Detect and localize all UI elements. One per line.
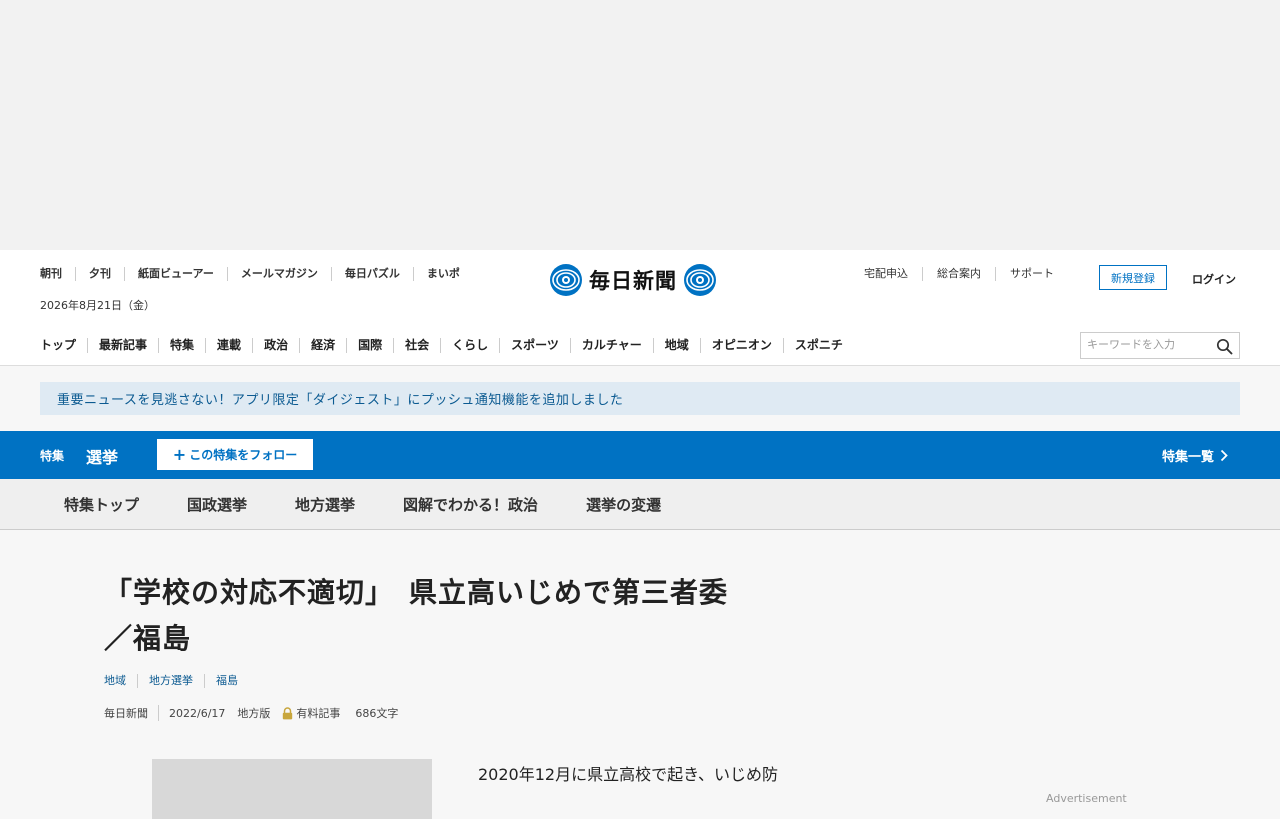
paid-label: 有料記事 (296, 707, 341, 720)
feature-list-link[interactable]: 特集一覧 (1162, 446, 1228, 465)
article-edition: 地方版 (237, 707, 271, 720)
subnav-item-local[interactable]: 地方選挙 (271, 494, 379, 515)
article-source: 毎日新聞 (104, 705, 159, 721)
util-link-support[interactable]: サポート (995, 267, 1068, 281)
article-body: 2020年12月に県立高校で起き、いじめ防 (462, 765, 778, 784)
search-icon[interactable] (1216, 338, 1233, 355)
logo-emblem-icon (550, 264, 582, 296)
search-box (1080, 332, 1240, 359)
gnav-item-features[interactable]: 特集 (158, 338, 205, 353)
follow-feature-button[interactable]: + この特集をフォロー (157, 439, 313, 470)
login-link[interactable]: ログイン (1192, 271, 1236, 287)
site-logo[interactable]: 毎日新聞 (549, 263, 731, 297)
util-link-mail[interactable]: メールマガジン (226, 267, 331, 281)
article-headline: 「学校の対応不適切」 県立高いじめで第三者委 ／福島 (104, 570, 864, 662)
lock-icon (283, 706, 293, 719)
util-link-guide[interactable]: 総合案内 (922, 267, 995, 281)
follow-feature-label: この特集をフォロー (189, 448, 298, 462)
tag-local-election[interactable]: 地方選挙 (137, 674, 204, 688)
ad-label: Advertisement (1046, 792, 1127, 805)
gnav-item-latest[interactable]: 最新記事 (87, 338, 158, 353)
util-link-maipo[interactable]: まいポ (412, 267, 473, 281)
subnav-item-top[interactable]: 特集トップ (40, 494, 163, 515)
util-link-viewer[interactable]: 紙面ビューアー (124, 267, 227, 281)
subnav-item-national[interactable]: 国政選挙 (163, 494, 271, 515)
gnav-item-world[interactable]: 国際 (346, 338, 393, 353)
gnav-item-life[interactable]: くらし (440, 338, 499, 353)
article-tags: 地域 地方選挙 福島 (104, 674, 864, 688)
util-link-morning[interactable]: 朝刊 (40, 267, 75, 281)
feature-subnav: 特集トップ 国政選挙 地方選挙 図解でわかる！政治 選挙の変遷 (0, 479, 1280, 530)
gnav-item-politics[interactable]: 政治 (252, 338, 299, 353)
article-photo[interactable] (152, 759, 432, 819)
paid-badge: 有料記事 (282, 705, 340, 721)
feature-label: 特集 (40, 449, 65, 463)
gnav-item-culture[interactable]: カルチャー (569, 338, 653, 353)
gnav-item-series[interactable]: 連載 (205, 338, 252, 353)
util-link-delivery[interactable]: 宅配申込 (864, 267, 922, 281)
current-date: 2026年8月21日（金） (40, 299, 155, 312)
util-link-puzzle[interactable]: 毎日パズル (330, 267, 413, 281)
gnav-item-sponichi[interactable]: スポニチ (782, 338, 854, 353)
gnav-item-regional[interactable]: 地域 (652, 338, 700, 353)
feature-title[interactable]: 選挙 (86, 444, 118, 468)
subnav-item-history[interactable]: 選挙の変遷 (562, 494, 685, 515)
article-meta: 毎日新聞 2022/6/17 地方版 有料記事 686文字 (104, 705, 864, 721)
gnav-item-sports[interactable]: スポーツ (499, 338, 570, 353)
headline-line-1: 「学校の対応不適切」 県立高いじめで第三者委 (104, 576, 729, 609)
utility-nav-right: 宅配申込 総合案内 サポート (864, 267, 1068, 281)
top-ad-area (0, 0, 1280, 250)
utility-nav-left: 朝刊 夕刊 紙面ビューアー メールマガジン 毎日パズル まいポ (40, 267, 473, 281)
gnav-item-society[interactable]: 社会 (393, 338, 440, 353)
register-button[interactable]: 新規登録 (1099, 265, 1167, 290)
logo-text: 毎日新聞 (589, 268, 677, 293)
feature-bar: 特集 選挙 + この特集をフォロー 特集一覧 (0, 431, 1280, 479)
article: 「学校の対応不適切」 県立高いじめで第三者委 ／福島 地域 地方選挙 福島 毎日… (104, 570, 864, 721)
gnav-item-economy[interactable]: 経済 (299, 338, 346, 353)
gnav-item-opinion[interactable]: オピニオン (699, 338, 783, 353)
gnav-item-top[interactable]: トップ (40, 338, 87, 353)
article-date: 2022/6/17 (169, 706, 226, 720)
tag-regional[interactable]: 地域 (104, 674, 137, 688)
char-count: 686文字 (355, 707, 399, 720)
chevron-right-icon (1220, 449, 1228, 462)
subnav-item-illustrated[interactable]: 図解でわかる！政治 (379, 494, 562, 515)
tag-fukushima[interactable]: 福島 (204, 674, 249, 688)
plus-icon: + (172, 444, 187, 464)
feature-list-label: 特集一覧 (1162, 450, 1215, 465)
logo-emblem-icon (684, 264, 716, 296)
util-link-evening[interactable]: 夕刊 (75, 267, 124, 281)
global-nav: トップ 最新記事 特集 連載 政治 経済 国際 社会 くらし スポーツ カルチャ… (40, 338, 854, 353)
site-header: 朝刊 夕刊 紙面ビューアー メールマガジン 毎日パズル まいポ 2026年8月2… (0, 250, 1280, 366)
headline-line-2: ／福島 (104, 622, 192, 655)
search-input[interactable] (1087, 338, 1207, 351)
notice-banner[interactable]: 重要ニュースを見逃さない！アプリ限定「ダイジェスト」にプッシュ通知機能を追加しま… (40, 382, 1240, 415)
